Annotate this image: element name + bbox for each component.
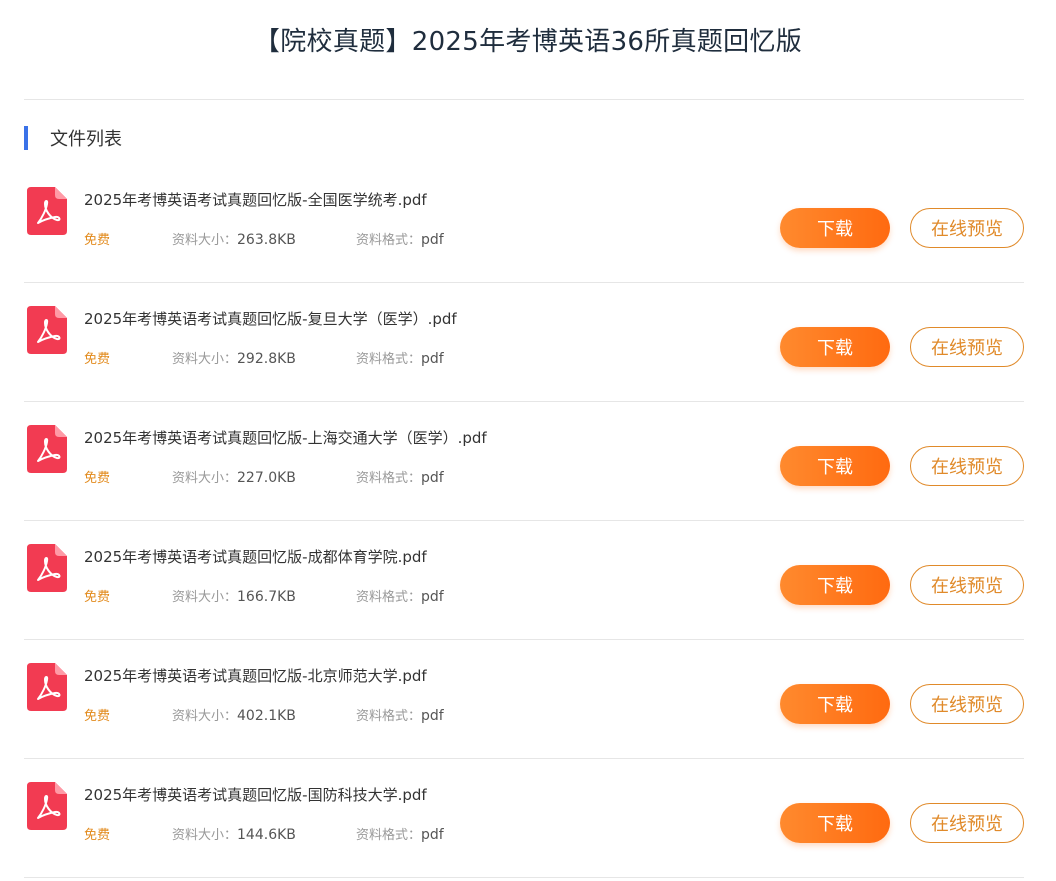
file-size-info: 资料大小：144.6KB [172, 824, 296, 843]
file-name: 2025年考博英语考试真题回忆版-上海交通大学（医学）.pdf [84, 429, 487, 447]
price-badge-free: 免费 [84, 828, 111, 843]
file-format-value: pdf [421, 351, 444, 367]
price-badge-free: 免费 [84, 709, 111, 724]
file-name: 2025年考博英语考试真题回忆版-成都体育学院.pdf [84, 548, 427, 566]
title-divider [24, 99, 1024, 100]
online-preview-button[interactable]: 在线预览 [910, 684, 1024, 724]
file-format-value: pdf [421, 827, 444, 843]
pdf-file-icon [27, 306, 67, 354]
file-format-info: 资料格式：pdf [356, 229, 444, 248]
download-button[interactable]: 下载 [780, 446, 890, 486]
file-name: 2025年考博英语考试真题回忆版-国防科技大学.pdf [84, 786, 427, 804]
pdf-file-icon [27, 187, 67, 235]
online-preview-button[interactable]: 在线预览 [910, 208, 1024, 248]
file-size-value: 402.1KB [237, 708, 296, 724]
file-format-label: 资料格式： [356, 828, 422, 843]
file-format-label: 资料格式： [356, 590, 422, 605]
file-name: 2025年考博英语考试真题回忆版-全国医学统考.pdf [84, 191, 427, 209]
file-row: 2025年考博英语考试真题回忆版-北京师范大学.pdf 免费 资料大小：402.… [24, 640, 1024, 759]
file-format-value: pdf [421, 708, 444, 724]
file-row: 2025年考博英语考试真题回忆版-上海交通大学（医学）.pdf 免费 资料大小：… [24, 402, 1024, 521]
file-format-label: 资料格式： [356, 709, 422, 724]
file-size-value: 144.6KB [237, 827, 296, 843]
file-size-label: 资料大小： [172, 828, 238, 843]
section-title: 文件列表 [50, 129, 122, 150]
pdf-file-icon [27, 425, 67, 473]
file-name: 2025年考博英语考试真题回忆版-复旦大学（医学）.pdf [84, 310, 457, 328]
file-size-info: 资料大小：263.8KB [172, 229, 296, 248]
file-size-label: 资料大小： [172, 352, 238, 367]
file-format-info: 资料格式：pdf [356, 348, 444, 367]
price-badge-free: 免费 [84, 590, 111, 605]
file-size-info: 资料大小：166.7KB [172, 586, 296, 605]
download-button[interactable]: 下载 [780, 684, 890, 724]
file-format-info: 资料格式：pdf [356, 467, 444, 486]
file-size-label: 资料大小： [172, 590, 238, 605]
price-badge-free: 免费 [84, 233, 111, 248]
download-button[interactable]: 下载 [780, 327, 890, 367]
online-preview-button[interactable]: 在线预览 [910, 565, 1024, 605]
file-format-info: 资料格式：pdf [356, 705, 444, 724]
file-format-info: 资料格式：pdf [356, 586, 444, 605]
file-format-value: pdf [421, 589, 444, 605]
file-size-value: 166.7KB [237, 589, 296, 605]
file-format-value: pdf [421, 232, 444, 248]
download-button[interactable]: 下载 [780, 803, 890, 843]
file-row: 2025年考博英语考试真题回忆版-复旦大学（医学）.pdf 免费 资料大小：29… [24, 283, 1024, 402]
file-name: 2025年考博英语考试真题回忆版-北京师范大学.pdf [84, 667, 427, 685]
pdf-file-icon [27, 782, 67, 830]
page-title: 【院校真题】2025年考博英语36所真题回忆版 [253, 27, 803, 57]
file-row: 2025年考博英语考试真题回忆版-成都体育学院.pdf 免费 资料大小：166.… [24, 521, 1024, 640]
pdf-file-icon [27, 663, 67, 711]
file-size-info: 资料大小：402.1KB [172, 705, 296, 724]
page: 【院校真题】2025年考博英语36所真题回忆版 文件列表 2025年考博英语考试… [0, 0, 1056, 881]
file-format-label: 资料格式： [356, 352, 422, 367]
online-preview-button[interactable]: 在线预览 [910, 446, 1024, 486]
file-format-info: 资料格式：pdf [356, 824, 444, 843]
file-format-label: 资料格式： [356, 233, 422, 248]
file-row: 2025年考博英语考试真题回忆版-国防科技大学.pdf 免费 资料大小：144.… [24, 759, 1024, 878]
section-header: 文件列表 [24, 126, 122, 150]
file-format-label: 资料格式： [356, 471, 422, 486]
section-accent-bar [24, 126, 28, 150]
file-size-info: 资料大小：227.0KB [172, 467, 296, 486]
file-size-label: 资料大小： [172, 233, 238, 248]
download-button[interactable]: 下载 [780, 565, 890, 605]
file-size-label: 资料大小： [172, 709, 238, 724]
file-size-label: 资料大小： [172, 471, 238, 486]
download-button[interactable]: 下载 [780, 208, 890, 248]
online-preview-button[interactable]: 在线预览 [910, 327, 1024, 367]
file-list: 2025年考博英语考试真题回忆版-全国医学统考.pdf 免费 资料大小：263.… [24, 164, 1024, 878]
file-size-value: 292.8KB [237, 351, 296, 367]
file-format-value: pdf [421, 470, 444, 486]
pdf-file-icon [27, 544, 67, 592]
file-size-value: 263.8KB [237, 232, 296, 248]
price-badge-free: 免费 [84, 352, 111, 367]
file-row: 2025年考博英语考试真题回忆版-全国医学统考.pdf 免费 资料大小：263.… [24, 164, 1024, 283]
file-size-value: 227.0KB [237, 470, 296, 486]
price-badge-free: 免费 [84, 471, 111, 486]
file-size-info: 资料大小：292.8KB [172, 348, 296, 367]
online-preview-button[interactable]: 在线预览 [910, 803, 1024, 843]
